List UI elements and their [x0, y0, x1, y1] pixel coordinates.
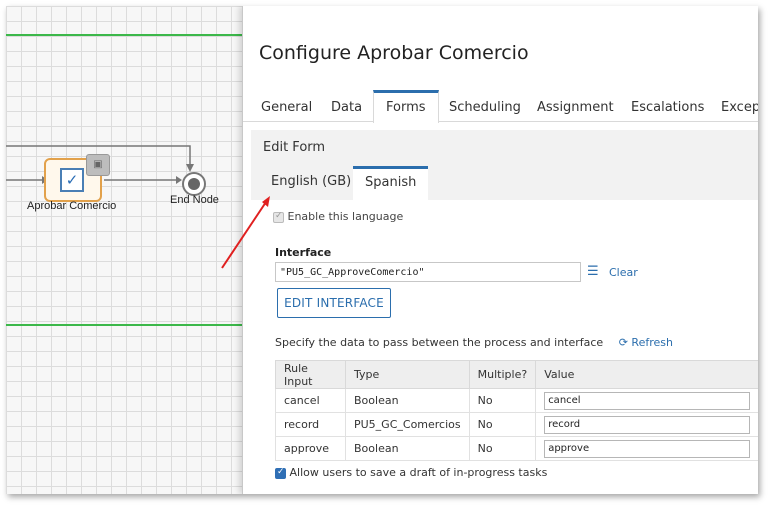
configure-dialog: Configure Aprobar Comercio General Data …: [242, 6, 758, 494]
draft-label: Allow users to save a draft of in-progre…: [289, 466, 548, 479]
col-multiple: Multiple?: [468, 360, 537, 389]
col-rule-input: Rule Input: [275, 360, 346, 389]
enable-language-row[interactable]: Enable this language: [273, 210, 403, 223]
col-value: Value: [535, 360, 758, 389]
value-input[interactable]: [544, 391, 750, 410]
tab-exceptions[interactable]: Excepti: [709, 90, 758, 122]
assignee-badge-icon: ▣: [86, 154, 110, 176]
dialog-title: Configure Aprobar Comercio: [259, 42, 529, 64]
tab-escalations[interactable]: Escalations: [619, 90, 716, 122]
cell-value: [535, 412, 758, 437]
value-input[interactable]: [544, 439, 750, 458]
table-row: record PU5_GC_Comercios No: [275, 412, 758, 437]
form-body: Enable this language Interface ☰ Clear E…: [251, 200, 758, 494]
edit-interface-button[interactable]: EDIT INTERFACE: [277, 288, 391, 318]
interface-input[interactable]: [275, 262, 581, 282]
spec-text: Specify the data to pass between the pro…: [275, 336, 604, 349]
tab-data[interactable]: Data: [319, 90, 374, 122]
interface-label: Interface: [275, 246, 332, 259]
tab-assignment[interactable]: Assignment: [525, 90, 626, 122]
language-tabs: English (GB) Spanish: [251, 166, 758, 200]
draft-row[interactable]: Allow users to save a draft of in-progre…: [275, 466, 547, 479]
refresh-link[interactable]: ⟳ Refresh: [619, 336, 673, 349]
edit-form-section: Edit Form English (GB) Spanish Enable th…: [251, 130, 758, 494]
col-type: Type: [345, 360, 470, 389]
section-title: Edit Form: [263, 140, 326, 155]
cell-rule-input: record: [275, 412, 346, 437]
task-check-icon: ✓: [60, 168, 84, 192]
tab-english-gb[interactable]: English (GB): [259, 166, 363, 200]
end-node-label: End Node: [170, 194, 219, 206]
rule-input-table: Rule Input Type Multiple? Value cancel B…: [275, 360, 758, 461]
task-node-label: Aprobar Comercio: [27, 200, 117, 212]
table-row: approve Boolean No: [275, 436, 758, 461]
cell-type: PU5_GC_Comercios: [345, 412, 470, 437]
cell-type: Boolean: [345, 388, 470, 413]
cell-type: Boolean: [345, 436, 470, 461]
list-icon[interactable]: ☰: [587, 265, 601, 278]
clear-link[interactable]: Clear: [609, 266, 638, 279]
tab-forms[interactable]: Forms: [373, 90, 439, 123]
enable-language-label: Enable this language: [287, 210, 404, 223]
enable-language-checkbox[interactable]: [273, 211, 284, 223]
draft-checkbox[interactable]: [275, 467, 286, 479]
cell-multiple: No: [468, 388, 537, 413]
tab-scheduling[interactable]: Scheduling: [437, 90, 533, 122]
value-input[interactable]: [544, 415, 750, 434]
table-header-row: Rule Input Type Multiple? Value: [275, 360, 758, 389]
refresh-label: Refresh: [631, 336, 673, 349]
cell-value: [535, 388, 758, 413]
dialog-tabs: General Data Forms Scheduling Assignment…: [243, 90, 758, 123]
spec-row: Specify the data to pass between the pro…: [275, 336, 673, 349]
process-canvas[interactable]: ✓ ▣ Aprobar Comercio End Node: [6, 6, 242, 494]
table-row: cancel Boolean No: [275, 388, 758, 413]
cell-value: [535, 436, 758, 461]
tab-spanish[interactable]: Spanish: [353, 166, 429, 200]
screenshot-frame: ✓ ▣ Aprobar Comercio End Node Configure …: [6, 6, 758, 494]
cell-rule-input: approve: [275, 436, 346, 461]
refresh-icon: ⟳: [618, 336, 628, 349]
cell-multiple: No: [468, 436, 537, 461]
cell-rule-input: cancel: [275, 388, 346, 413]
flow-connectors: [6, 145, 194, 184]
end-node-icon[interactable]: [182, 172, 206, 196]
cell-multiple: No: [468, 412, 537, 437]
tab-general[interactable]: General: [249, 90, 324, 122]
